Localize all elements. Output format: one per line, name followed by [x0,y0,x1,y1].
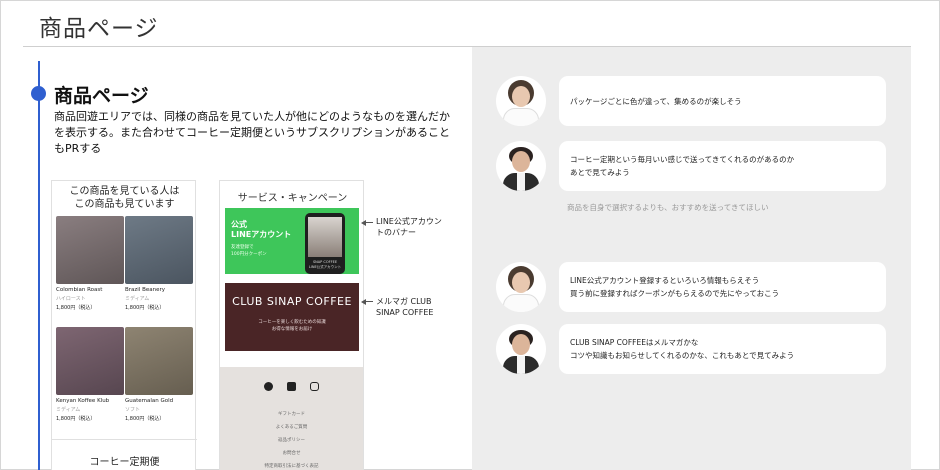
line-banner-text: 公式 LINEアカウント [231,220,292,239]
product-image [125,327,193,395]
user-avatar-woman [496,76,546,126]
footer-link[interactable]: よくあるご質問 [220,421,363,434]
phone-screen-photo [308,217,342,257]
line-banner[interactable]: 公式 LINEアカウント 友達登録で 100円分クーポン SNAP COFFEE… [225,208,359,274]
phone-mockup: SNAP COFFEE LINE公式アカウント [305,213,345,274]
service-campaign-mock: サービス・キャンペーン 公式 LINEアカウント 友達登録で 100円分クーポン… [219,180,364,470]
comment-bubble: LINE公式アカウント登録するといろいろ情報もらえそう 買う前に登録すればクーポ… [559,262,886,312]
facebook-icon[interactable] [264,382,273,391]
section-description: 商品回遊エリアでは、同様の商品を見ていた人が他にどのようなものを選んだかを表示す… [54,110,450,155]
user-feedback-panel: パッケージごとに色が違って、集めるのが楽しそう コーヒー定期という毎月いい感じで… [472,47,911,470]
timeline-line [38,61,40,470]
product-item[interactable]: Guatemalan Gold ソフト 1,800円（税込） [125,327,193,422]
annotation-club-banner: メルマガ CLUB SINAP COFFEE [376,297,434,317]
user-avatar-man [496,141,546,191]
product-item[interactable]: Brazil Beanery ミディアム 1,800円（税込） [125,216,193,311]
product-item[interactable]: Kenyan Koffee Klub ミディアム 1,800円（税込） [56,327,124,422]
club-banner-title: CLUB SINAP COFFEE [232,295,352,308]
footer-link[interactable]: 返品ポリシー [220,434,363,447]
club-banner-subtext: コーヒーを楽しく飲むための知識 お得な情報をお届け [258,320,326,332]
slide-frame: 商品ページ 商品ページ 商品回遊エリアでは、同様の商品を見ていた人が他にどのよう… [0,0,940,470]
twitter-icon[interactable] [287,382,296,391]
annotation-line [365,222,373,223]
footer-link[interactable]: お問合せ [220,447,363,460]
product-recommendation-mock: この商品を見ている人は この商品も見ています Colombian Roast ハ… [51,180,197,470]
section-heading: 商品ページ [54,85,149,107]
product-item[interactable]: Colombian Roast ハイロースト 1,800円（税込） [56,216,124,311]
club-sinap-banner[interactable]: CLUB SINAP COFFEE コーヒーを楽しく飲むための知識 お得な情報を… [225,283,359,351]
comment-bubble: コーヒー定期という毎月いい感じで送ってきてくれるのがあるのか あとで見てみよう [559,141,886,191]
subscription-label: コーヒー定期便 [89,457,160,468]
instagram-icon[interactable] [310,382,319,391]
social-icons [220,382,363,394]
recommendation-title: この商品を見ている人は この商品も見ています [69,186,180,210]
site-footer-mock: ギフトカード よくあるご質問 返品ポリシー お問合せ 特定商取引法に基づく表記 [220,367,363,470]
service-title: サービス・キャンペーン [237,193,348,204]
user-avatar-man [496,324,546,374]
slide-title: 商品ページ [39,16,159,42]
comment-bubble: CLUB SINAP COFFEEはメルマガかな コツや知識もお知らせしてくれる… [559,324,886,374]
footer-link[interactable]: ギフトカード [220,408,363,421]
product-image [56,327,124,395]
annotation-arrow [361,299,366,305]
product-image [125,216,193,284]
phone-caption: SNAP COFFEE LINE公式アカウント [308,260,342,269]
line-banner-subtext: 友達登録で 100円分クーポン [231,245,267,257]
timeline-dot [31,86,46,101]
annotation-line [365,301,373,302]
comment-bubble: パッケージごとに色が違って、集めるのが楽しそう [559,76,886,126]
user-avatar-woman [496,262,546,312]
product-image [56,216,124,284]
footer-links: ギフトカード よくあるご質問 返品ポリシー お問合せ 特定商取引法に基づく表記 [220,408,363,470]
annotation-arrow [361,220,366,226]
divider [52,439,197,440]
feedback-summary: 商品を自身で選択するよりも、おすすめを送ってきてほしい [567,203,769,212]
footer-link[interactable]: 特定商取引法に基づく表記 [220,460,363,470]
annotation-line-banner: LINE公式アカウン トのバナー [376,217,442,237]
